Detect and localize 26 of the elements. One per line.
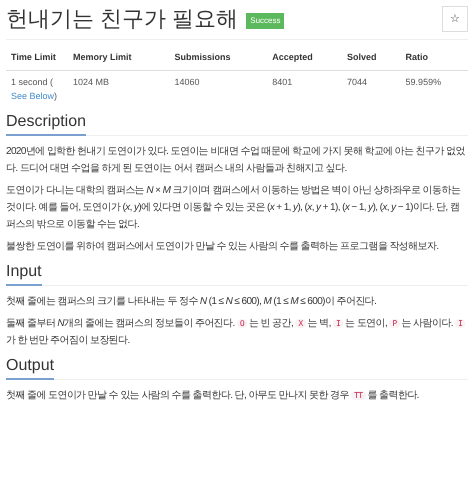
section-heading: Output (6, 354, 54, 380)
table-cell: 59.959% (400, 70, 468, 106)
paragraph: 둘째 줄부터 N개의 줄에는 캠퍼스의 정보들이 주어진다. O 는 빈 공간, X 는 벽, I 는 도연이, P 는 사람이다. I 가 한 번만 주어짐이 보장된다. (6, 314, 468, 348)
table-cell-text: ) (54, 90, 58, 100)
table-cell-text: 1 second ( (11, 76, 54, 88)
star-button[interactable]: ☆ (442, 6, 468, 32)
column-header: Ratio (400, 46, 468, 70)
paragraph: 불쌍한 도연이를 위하여 캠퍼스에서 도연이가 만날 수 있는 사람의 수를 출력하는 프로그램을 작성해보자. (6, 240, 440, 254)
status-badge: Success (246, 13, 284, 29)
paragraph: 첫째 줄에 도연이가 만날 수 있는 사람의 수를 출력한다. 단, 아무도 만나지 못한 경우 TT 를 출력한다. (6, 388, 420, 402)
paragraph: 첫째 줄에는 캠퍼스의 크기를 나타내는 두 정수 N (1 ≤ N ≤ 600), M (1 ≤ M ≤ 600)이 주어진다. (6, 294, 378, 308)
column-header: Solved (342, 46, 401, 70)
section-heading: Input (6, 260, 42, 286)
paragraph: 2020년에 입학한 헌내기 도연이가 있다. 도연이는 비대면 수업 때문에 학교에 가지 못해 학교에 아는 친구가 없었다. 드디어 대면 수업을 하게 된 도연이는 어서 캠퍼스 내의 사람들과 친해지고 싶다. (6, 144, 466, 176)
problem-title: 헌내기는 친구가 필요해 (6, 5, 238, 33)
table-cell: 1024 MB (68, 70, 170, 106)
column-header: Submissions (169, 46, 268, 70)
table-cell: 7044 (342, 70, 401, 106)
paragraph: 도연이가 다니는 대학의 캠퍼스는 N × M 크기이며 캠퍼스에서 이동하는 방법은 벽이 아닌 상하좌우로 이동하는 것이다. 예를 들어, 도연이가 (x, y)에 있다면 이동할 수 있는 곳은 (x + 1, y), (x, y + 1), (x − 1, y), (x, y − 1)이다. 단, 캠퍼스의 밖으로 이동할 수는 없다. (6, 184, 462, 232)
see-below-link[interactable]: See Below (11, 90, 54, 100)
column-header: Memory Limit (68, 46, 170, 70)
table-cell: 14060 (169, 70, 268, 106)
column-header: Time Limit (6, 46, 68, 70)
column-header: Accepted (267, 46, 342, 70)
table-cell: 8401 (267, 70, 342, 106)
section-heading: Description (6, 110, 86, 136)
